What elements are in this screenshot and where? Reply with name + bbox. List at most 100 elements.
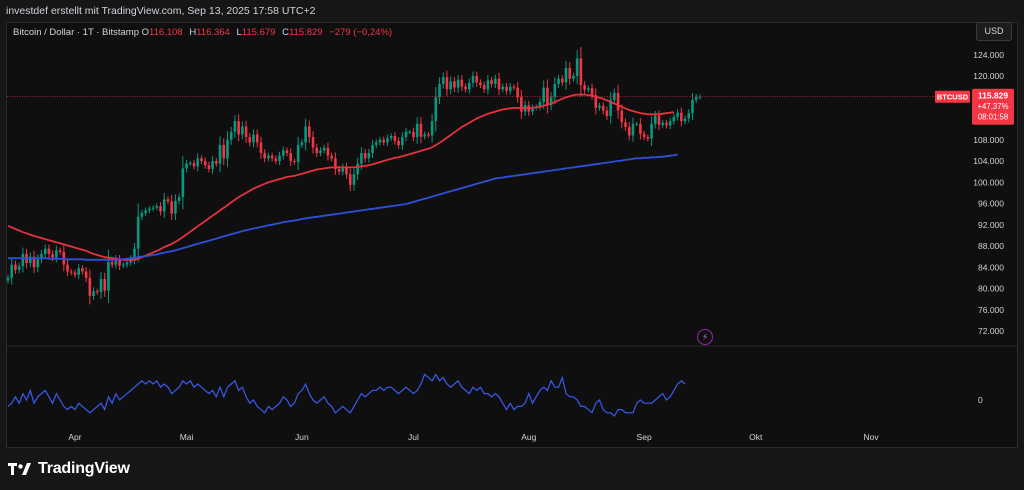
candle-body	[348, 174, 352, 185]
candle-body	[680, 112, 683, 122]
candle-body	[58, 250, 62, 252]
candle-body	[512, 86, 516, 88]
candle-body	[631, 123, 635, 136]
candle-body	[471, 76, 475, 83]
candle-body	[423, 134, 426, 137]
price-tag-change: +47,37%	[978, 102, 1009, 111]
oscillator-y-tick-label: 0	[978, 395, 983, 405]
candle-body	[278, 155, 281, 161]
candle-body	[281, 150, 285, 156]
candle-body	[601, 105, 605, 111]
candle-body	[475, 76, 479, 83]
footer	[0, 449, 1024, 490]
lightning-icon[interactable]: ⚡	[697, 329, 713, 345]
candle-body	[300, 142, 304, 146]
candle-body	[620, 110, 624, 123]
candle-body	[572, 76, 575, 79]
candle-body	[92, 291, 95, 296]
candle-body	[441, 77, 445, 84]
candle-body	[207, 165, 211, 169]
candle-body	[159, 206, 162, 212]
candle-body	[412, 131, 415, 138]
candle-body	[55, 250, 58, 258]
candle-body	[460, 79, 464, 87]
candle-body	[694, 97, 698, 100]
candle-body	[289, 153, 293, 161]
candle-body	[627, 127, 631, 136]
legend-close: 115.829	[288, 27, 323, 38]
chart-canvas[interactable]: 124.000120.000116.000112.000108.000104.0…	[0, 0, 1024, 449]
candle-body	[237, 121, 240, 135]
candle-body	[590, 88, 594, 96]
tradingview-logo[interactable]: TradingView	[8, 459, 130, 479]
candle-body	[345, 167, 348, 175]
candle-body	[144, 210, 147, 214]
candle-body	[148, 208, 151, 211]
candle-body	[650, 123, 653, 139]
candle-body	[661, 122, 665, 125]
candle-body	[449, 81, 452, 90]
candle-body	[308, 126, 311, 138]
candle-body	[99, 278, 103, 293]
candle-body	[177, 197, 181, 201]
candle-body	[241, 126, 244, 135]
candle-body	[624, 122, 627, 127]
candle-body	[479, 82, 482, 86]
legend-close-label: C	[282, 27, 289, 38]
candle-body	[174, 200, 177, 214]
candle-body	[311, 137, 315, 148]
candle-body	[486, 80, 490, 90]
candle-body	[166, 199, 170, 202]
moving-averages-layer	[7, 93, 678, 261]
candle-body	[43, 248, 47, 254]
candle-body	[583, 85, 586, 90]
candle-body	[464, 86, 467, 90]
x-tick-label: Jul	[408, 432, 419, 442]
candle-body	[103, 278, 107, 291]
candle-body	[248, 137, 252, 143]
candle-body	[222, 145, 226, 159]
candle-body	[136, 216, 140, 249]
candle-body	[10, 264, 14, 278]
candle-body	[229, 131, 233, 140]
candle-body	[598, 105, 601, 108]
candle-body	[285, 150, 289, 154]
candle-body	[397, 140, 400, 146]
tradingview-logo-text: TradingView	[38, 460, 130, 477]
candle-body	[185, 163, 188, 169]
x-tick-label: Mai	[180, 432, 194, 442]
candle-body	[668, 121, 672, 126]
candle-body	[605, 110, 609, 116]
candle-body	[73, 272, 77, 275]
x-tick-label: Nov	[863, 432, 879, 442]
currency-button[interactable]: USD	[976, 22, 1012, 41]
oscillator-line	[7, 373, 686, 417]
candle-body	[259, 142, 263, 154]
candle-body	[497, 78, 501, 90]
oscillator-layer	[7, 373, 686, 417]
candle-body	[200, 158, 203, 161]
candle-body	[683, 118, 687, 122]
candle-body	[322, 147, 326, 151]
y-tick-label: 100.000	[973, 177, 1004, 187]
short-moving-average-line	[7, 93, 675, 261]
candle-body	[69, 271, 73, 273]
candle-body	[304, 126, 307, 143]
candles-layer	[6, 47, 702, 305]
candle-body	[560, 78, 564, 83]
candle-body	[6, 277, 10, 281]
y-tick-label: 104.000	[973, 156, 1004, 166]
candle-body	[293, 161, 296, 163]
candle-body	[211, 161, 214, 169]
candle-body	[382, 139, 386, 143]
candle-body	[140, 213, 144, 217]
candle-body	[360, 153, 363, 164]
candle-body	[393, 136, 397, 141]
candle-body	[494, 78, 497, 84]
candle-body	[352, 174, 356, 185]
candle-body	[81, 268, 84, 272]
candle-body	[267, 155, 270, 159]
candle-body	[270, 155, 274, 159]
candle-body	[579, 58, 583, 86]
y-tick-label: 76.000	[978, 305, 1004, 315]
